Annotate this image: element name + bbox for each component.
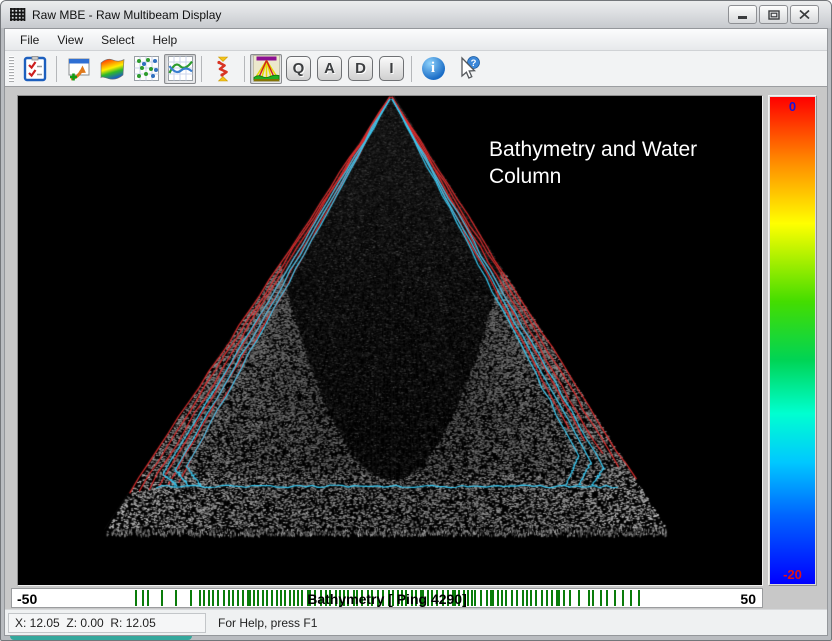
toolbar-separator xyxy=(244,56,245,82)
line-graph-icon xyxy=(167,55,194,82)
context-help-button[interactable]: ? xyxy=(451,54,483,84)
tool-bar: Q A D I i ? xyxy=(5,51,827,87)
colorbar-max-label: 0 xyxy=(770,99,815,114)
line-graph-button[interactable] xyxy=(164,54,196,84)
colorbar-min-label: -20 xyxy=(770,567,815,582)
minimize-button[interactable] xyxy=(728,5,757,24)
scalebar-center-label: Bathymetry [ Ping 4290] xyxy=(12,591,762,607)
restore-button[interactable] xyxy=(759,5,788,24)
scatter-plot-icon xyxy=(133,55,160,82)
cursor-coordinates: X: 12.05 Z: 0.00 R: 12.05 xyxy=(8,613,206,633)
desktop-peek xyxy=(10,636,192,640)
close-button[interactable] xyxy=(790,5,819,24)
beam-pattern-button[interactable] xyxy=(207,54,239,84)
workspace: Bathymetry and Water Column 0 -20 Bathym… xyxy=(5,87,827,609)
across-track-scalebar: Bathymetry [ Ping 4290] -50 50 xyxy=(11,588,763,608)
scatter-plot-button[interactable] xyxy=(130,54,162,84)
color-map-icon xyxy=(98,56,126,82)
checklist-icon xyxy=(22,55,48,82)
display-overlay-title: Bathymetry and Water Column xyxy=(489,136,749,190)
i-button[interactable]: I xyxy=(379,56,404,81)
sonar-display: Bathymetry and Water Column xyxy=(17,95,763,586)
toolbar-separator xyxy=(56,56,57,82)
d-button[interactable]: D xyxy=(348,56,373,81)
context-help-icon: ? xyxy=(454,55,481,82)
app-window: Raw MBE - Raw Multibeam Display File Vie xyxy=(0,0,832,641)
depth-colorbar: 0 -20 xyxy=(770,97,815,584)
window-body: File View Select Help xyxy=(4,28,828,636)
add-window-icon xyxy=(65,56,92,82)
status-help-text: For Help, press F1 xyxy=(212,613,323,633)
water-column-button[interactable] xyxy=(250,54,282,84)
about-button[interactable]: i xyxy=(417,54,449,84)
colorbar-frame: 0 -20 xyxy=(768,95,817,586)
menu-file[interactable]: File xyxy=(11,30,48,50)
color-map-button[interactable] xyxy=(96,54,128,84)
beam-pattern-icon xyxy=(210,55,236,83)
a-button[interactable]: A xyxy=(317,56,342,81)
window-title: Raw MBE - Raw Multibeam Display xyxy=(32,8,728,22)
toolbar-gripper[interactable] xyxy=(9,56,14,82)
menu-bar: File View Select Help xyxy=(5,29,827,51)
add-window-button[interactable] xyxy=(62,54,94,84)
checklist-button[interactable] xyxy=(19,54,51,84)
title-bar[interactable]: Raw MBE - Raw Multibeam Display xyxy=(1,1,831,28)
water-column-icon xyxy=(253,55,280,82)
q-button[interactable]: Q xyxy=(286,56,311,81)
info-icon: i xyxy=(422,57,445,80)
toolbar-separator xyxy=(411,56,412,82)
menu-select[interactable]: Select xyxy=(92,30,143,50)
menu-view[interactable]: View xyxy=(48,30,92,50)
toolbar-separator xyxy=(201,56,202,82)
app-grid-icon xyxy=(9,6,26,23)
menu-help[interactable]: Help xyxy=(144,30,187,50)
status-bar: X: 12.05 Z: 0.00 R: 12.05 For Help, pres… xyxy=(5,609,827,635)
